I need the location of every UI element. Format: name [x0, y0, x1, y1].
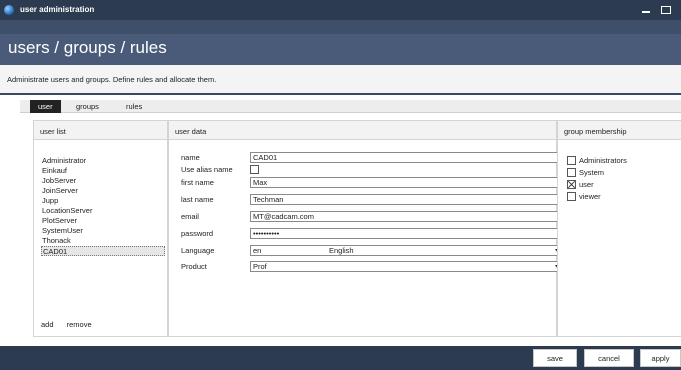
first-name-label: first name: [181, 178, 214, 187]
list-item-selected[interactable]: CAD01: [41, 246, 165, 256]
list-item[interactable]: Jupp: [41, 196, 165, 206]
tab-rules[interactable]: rules: [118, 100, 150, 113]
remove-button[interactable]: remove: [67, 320, 92, 329]
list-item[interactable]: Einkauf: [41, 166, 165, 176]
cancel-button[interactable]: cancel: [584, 349, 634, 367]
add-button[interactable]: add: [41, 320, 54, 329]
page-title: users / groups / rules: [8, 38, 167, 57]
email-label: email: [181, 212, 199, 221]
group-checkbox[interactable]: [567, 192, 576, 201]
group-label: viewer: [579, 192, 601, 201]
language-code: en: [253, 246, 262, 255]
list-item[interactable]: Thonack: [41, 236, 165, 246]
last-name-label: last name: [181, 195, 214, 204]
group-checkbox[interactable]: [567, 156, 576, 165]
list-item[interactable]: PlotServer: [41, 216, 165, 226]
save-button[interactable]: save: [533, 349, 577, 367]
group-label: System: [579, 168, 605, 177]
password-field[interactable]: ••••••••••: [250, 228, 565, 239]
product-label: Product: [181, 262, 207, 271]
user-list: Administrator Einkauf JobServer JoinServ…: [41, 156, 165, 256]
window-titlebar: user administration: [0, 0, 681, 20]
group-membership-title: group membership: [558, 121, 681, 140]
list-item[interactable]: SystemUser: [41, 226, 165, 236]
user-list-panel: user list Administrator Einkauf JobServe…: [33, 120, 168, 337]
group-membership-panel: group membership Administrators System u…: [557, 120, 681, 337]
email-field[interactable]: MT@cadcam.com: [250, 211, 565, 222]
user-data-panel: user data name CAD01 Use alias name firs…: [168, 120, 565, 337]
list-item[interactable]: JoinServer: [41, 186, 165, 196]
language-select[interactable]: en English: [250, 245, 565, 256]
window-title: user administration: [20, 5, 95, 14]
list-item[interactable]: Administrator: [41, 156, 165, 166]
user-data-title: user data: [169, 121, 556, 140]
group-checkbox[interactable]: [567, 168, 576, 177]
page-subheader: Administrate users and groups. Define ru…: [0, 65, 681, 95]
page-description: Administrate users and groups. Define ru…: [7, 75, 217, 84]
user-list-actions: add remove: [41, 320, 103, 329]
list-item[interactable]: LocationServer: [41, 206, 165, 216]
language-name: English: [329, 246, 354, 255]
list-item[interactable]: JobServer: [41, 176, 165, 186]
group-checkbox-checked[interactable]: [567, 180, 576, 189]
name-field[interactable]: CAD01: [250, 152, 565, 163]
footer-bar: save cancel apply: [0, 346, 681, 370]
apply-button[interactable]: apply: [640, 349, 681, 367]
app-globe-icon: [4, 5, 14, 15]
group-label: user: [579, 180, 594, 189]
product-select[interactable]: Prof: [250, 261, 565, 272]
tab-bar: user groups rules: [20, 100, 681, 113]
last-name-field[interactable]: Techman: [250, 194, 565, 205]
page-header: users / groups / rules: [0, 20, 681, 65]
maximize-icon[interactable]: [658, 2, 674, 17]
product-value: Prof: [253, 262, 267, 271]
tab-user[interactable]: user: [30, 100, 61, 113]
alias-label: Use alias name: [181, 165, 233, 174]
name-label: name: [181, 153, 200, 162]
password-label: password: [181, 229, 214, 238]
tab-groups[interactable]: groups: [68, 100, 107, 113]
first-name-field[interactable]: Max: [250, 177, 565, 188]
group-label: Administrators: [579, 156, 627, 165]
minimize-icon[interactable]: [638, 2, 654, 17]
language-label: Language: [181, 246, 215, 255]
alias-checkbox[interactable]: [250, 165, 259, 174]
user-list-title: user list: [34, 121, 167, 140]
